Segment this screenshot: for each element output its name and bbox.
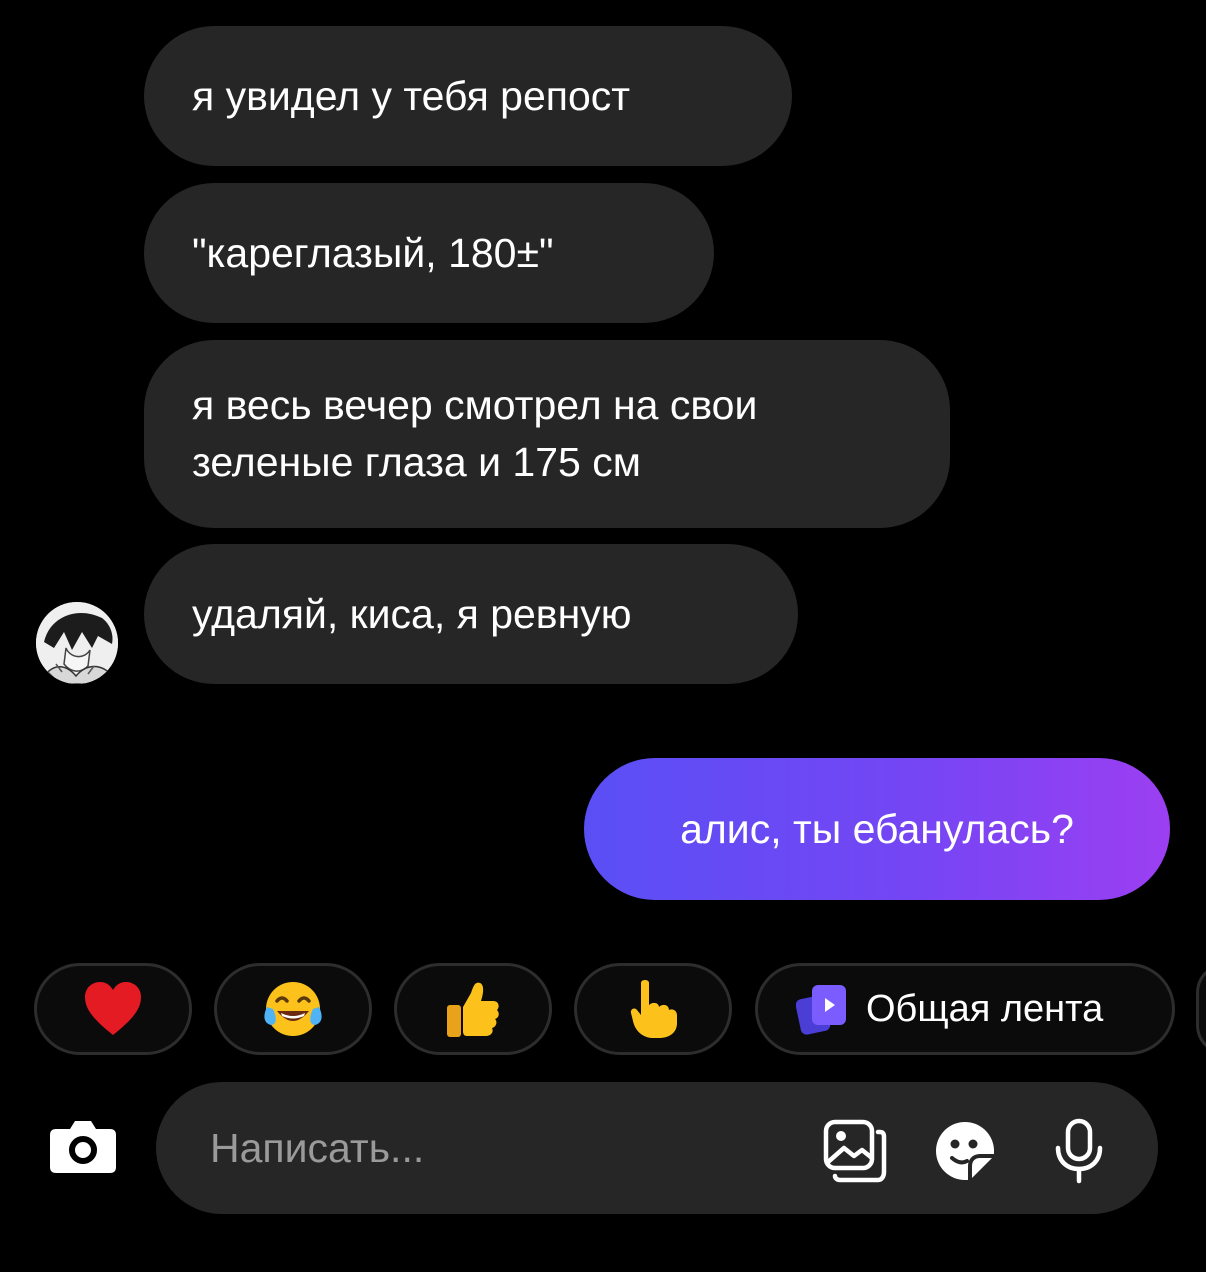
reaction-heart-button[interactable]: [34, 963, 192, 1055]
message-text: я весь вечер смотрел на свои зеленые гла…: [192, 377, 757, 491]
message-composer[interactable]: Написать...: [156, 1082, 1158, 1214]
sticker-icon: [936, 1122, 994, 1180]
reaction-pointing-up-button[interactable]: [574, 963, 732, 1055]
reaction-thumbs-up-button[interactable]: [394, 963, 552, 1055]
incoming-message[interactable]: я увидел у тебя репост: [144, 26, 792, 166]
heart-emoji-icon: [85, 982, 141, 1035]
message-line: я весь вечер смотрел на свои: [192, 382, 758, 428]
gallery-button[interactable]: [822, 1118, 888, 1184]
message-text: алис, ты ебанулась?: [680, 805, 1074, 852]
incoming-message[interactable]: я весь вечер смотрел на свои зеленые гла…: [144, 340, 950, 528]
incoming-message[interactable]: "кареглазый, 180±": [144, 183, 714, 323]
feed-icon: [796, 985, 846, 1035]
feed-chip-label: Общая лента: [866, 987, 1104, 1030]
message-text: "кареглазый, 180±": [192, 229, 554, 276]
pointing-hand-emoji-icon: [630, 980, 677, 1038]
message-line: зеленые глаза и 175 см: [192, 439, 641, 485]
reaction-laughing-button[interactable]: [214, 963, 372, 1055]
sender-avatar[interactable]: [36, 602, 118, 684]
incoming-message[interactable]: удаляй, киса, я ревную: [144, 544, 798, 684]
microphone-icon: [1055, 1118, 1103, 1184]
sticker-button[interactable]: [932, 1118, 998, 1184]
microphone-button[interactable]: [1046, 1118, 1112, 1184]
camera-icon: [50, 1121, 116, 1173]
thumbs-up-emoji-icon: [447, 982, 499, 1037]
message-text: удаляй, киса, я ревную: [192, 590, 632, 637]
message-text: я увидел у тебя репост: [192, 72, 631, 119]
camera-button[interactable]: [48, 1117, 118, 1175]
more-reactions-chip[interactable]: [1196, 963, 1206, 1055]
gallery-icon: [823, 1119, 887, 1183]
message-input[interactable]: Написать...: [210, 1082, 424, 1214]
outgoing-message[interactable]: алис, ты ебанулась?: [584, 758, 1170, 900]
shared-feed-chip[interactable]: Общая лента: [755, 963, 1175, 1055]
avatar-image: [36, 602, 118, 684]
laughing-tears-emoji-icon: [264, 982, 322, 1036]
